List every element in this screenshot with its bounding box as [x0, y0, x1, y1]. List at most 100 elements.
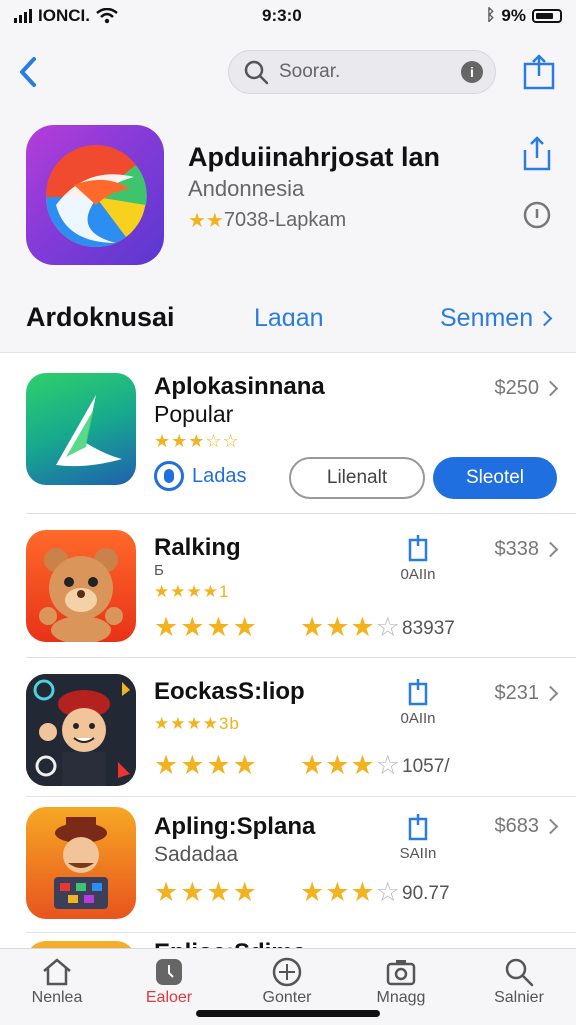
bookmark-icon	[408, 679, 428, 706]
app-name[interactable]: Apling:Splana	[154, 813, 315, 841]
home-indicator	[196, 1010, 380, 1017]
chevron-right-icon	[542, 818, 559, 835]
chevron-right-icon	[542, 380, 559, 397]
app-rating-small: ★★★★1	[154, 582, 230, 601]
secondary-rating-stars: ★★★☆	[300, 750, 401, 780]
see-more-link[interactable]: Senmen	[440, 304, 553, 333]
search-icon	[505, 958, 534, 987]
app-icon[interactable]	[26, 807, 136, 919]
tab-label: Gonter	[262, 989, 312, 1006]
chevron-right-icon	[542, 541, 559, 558]
signal-icon	[14, 9, 32, 23]
app-price[interactable]: $231	[494, 682, 559, 705]
app-rating-stars: ★★★★	[154, 877, 259, 907]
share-icon	[523, 136, 551, 171]
featured-app-rating: ★★ 7038-Lapkam	[188, 208, 346, 233]
chevron-right-icon	[542, 685, 559, 702]
app-price-label: $231	[494, 682, 540, 704]
tab-search[interactable]: Salnier	[474, 955, 564, 1007]
save-button[interactable]: SAIIn	[398, 813, 438, 862]
tab-label: Nenlea	[31, 989, 83, 1006]
status-bar: IONCI. 9:3:0 ᛒ 9%	[0, 0, 576, 34]
see-more-label: Senmen	[440, 304, 534, 332]
list-item[interactable]: Aplokasinnana Popular ★★★☆☆ Ladas Lilena…	[0, 353, 576, 513]
list-item[interactable]: EockasS:liop ★★★★3b ★★★★ ★★★☆ 1057/ 0AII…	[0, 658, 576, 796]
tab-media[interactable]: Mnagg	[356, 955, 446, 1007]
rating-count: 1057/	[402, 756, 450, 777]
app-price[interactable]: $338	[494, 538, 559, 561]
save-button[interactable]: 0AIIn	[398, 678, 438, 727]
share-icon	[523, 54, 555, 90]
featured-app-title[interactable]: Apduiinahrjosat lan	[188, 142, 440, 173]
list-item[interactable]: Ralking Б ★★★★1 ★★★★ ★★★☆ 83937 0AIIn $3…	[0, 514, 576, 657]
featured-app-icon[interactable]	[26, 125, 164, 265]
mic-icon[interactable]: i	[461, 61, 483, 83]
save-label: 0AIIn	[400, 566, 436, 583]
app-rating-stars: ★★★★	[154, 750, 259, 780]
clock: 9:3:0	[262, 6, 302, 25]
section-tab[interactable]: Laɑan	[254, 304, 324, 333]
chevron-right-icon	[536, 310, 553, 327]
app-price[interactable]: $250	[494, 377, 559, 400]
secondary-rating-stars: ★★★☆	[300, 877, 401, 907]
bookmark-icon	[408, 814, 428, 841]
section-title: Ardoknusai	[26, 302, 175, 332]
battery-icon	[532, 9, 562, 23]
bluetooth-icon: ᛒ	[485, 7, 496, 24]
search-bar[interactable]: Soorar. i	[228, 50, 496, 94]
star-icon: ★★	[188, 210, 224, 232]
app-icon[interactable]	[26, 373, 136, 485]
app-icon[interactable]	[26, 530, 136, 642]
app-price-label: $338	[494, 538, 540, 560]
rating-count: 83937	[402, 618, 455, 639]
app-price-label: $683	[494, 815, 540, 837]
location-icon	[154, 461, 184, 491]
nav-bar: Soorar. i	[0, 46, 576, 98]
app-subtitle: Б	[154, 562, 164, 579]
tab-label: Mnagg	[376, 989, 426, 1006]
today-icon	[156, 959, 182, 985]
secondary-rating-stars: ★★★☆	[300, 612, 401, 642]
house-icon	[43, 958, 71, 986]
info-icon	[523, 201, 551, 229]
search-icon	[244, 60, 269, 85]
save-label: SAIIn	[399, 845, 437, 862]
app-name[interactable]: EockasS:liop	[154, 678, 305, 706]
featured-app-subtitle: Andonnesia	[188, 176, 305, 201]
app-subtitle: Sadadaa	[154, 843, 239, 866]
save-label: 0AIIn	[400, 710, 436, 727]
app-price-label: $250	[494, 377, 540, 399]
rating-count: 90.77	[402, 883, 450, 904]
tab-today[interactable]: Ealoer	[124, 955, 214, 1007]
tab-browse[interactable]: Gonter	[242, 955, 332, 1007]
app-rating-stars: ★★★☆☆	[154, 431, 240, 451]
primary-action-button[interactable]: Sleotel	[433, 457, 557, 499]
wifi-icon	[96, 8, 118, 24]
camera-icon	[386, 960, 416, 986]
share-button[interactable]	[519, 50, 559, 94]
app-list: Aplokasinnana Popular ★★★☆☆ Ladas Lilena…	[0, 352, 576, 973]
secondary-action-button[interactable]: Lilenalt	[289, 457, 425, 499]
info-button[interactable]	[522, 200, 552, 230]
app-name[interactable]: Ralking	[154, 534, 241, 562]
search-placeholder: Soorar.	[279, 61, 341, 82]
tab-label: Salnier	[494, 989, 544, 1006]
app-badge-label: Ladas	[192, 464, 247, 487]
save-button[interactable]: 0AIIn	[398, 534, 438, 583]
list-item[interactable]: Apling:Splana Sadadaa ★★★★ ★★★☆ 90.77 SA…	[0, 797, 576, 932]
app-badge[interactable]: Ladas	[154, 461, 247, 491]
app-subtitle: Popular	[154, 401, 234, 427]
battery-percent: 9%	[501, 6, 526, 25]
tab-label: Ealoer	[145, 989, 193, 1006]
app-price[interactable]: $683	[494, 815, 559, 838]
tab-home[interactable]: Nenlea	[12, 955, 102, 1007]
compass-icon	[272, 957, 302, 987]
app-rating-stars: ★★★★	[154, 612, 259, 642]
back-button[interactable]	[10, 50, 46, 94]
app-icon[interactable]	[26, 674, 136, 786]
carrier-label: IONCI.	[38, 6, 90, 25]
featured-share-button[interactable]	[518, 134, 556, 174]
app-rating-small: ★★★★3b	[154, 714, 240, 733]
chevron-left-icon	[20, 57, 36, 87]
app-name[interactable]: Aplokasinnana	[154, 373, 325, 401]
